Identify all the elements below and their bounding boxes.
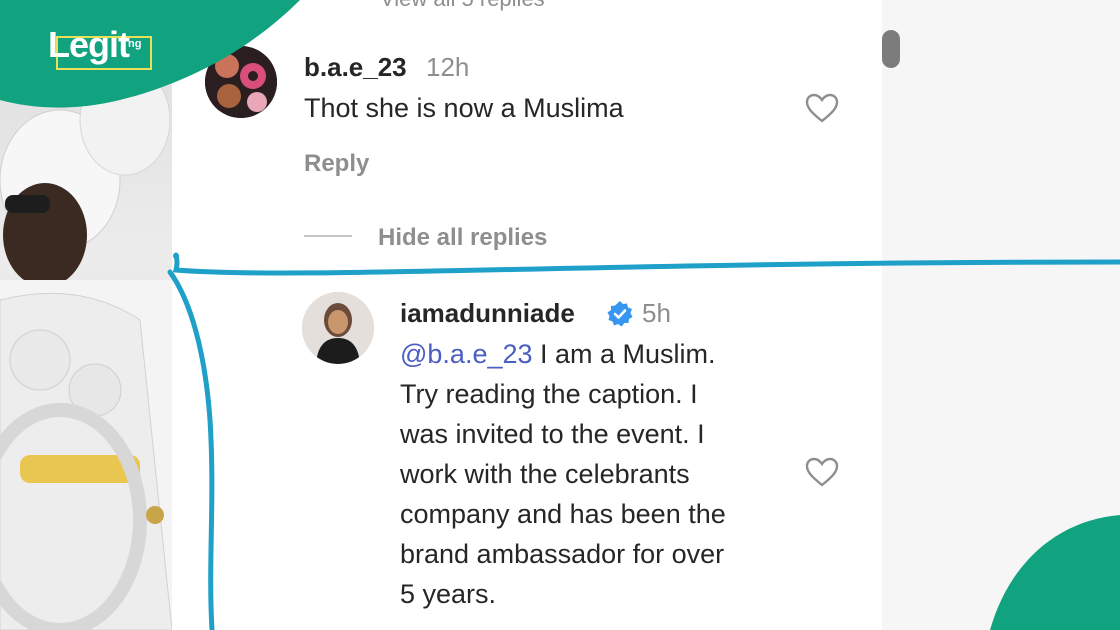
brand-logo-tld: ng — [128, 38, 142, 50]
brand-logo: Legit — [48, 24, 130, 65]
